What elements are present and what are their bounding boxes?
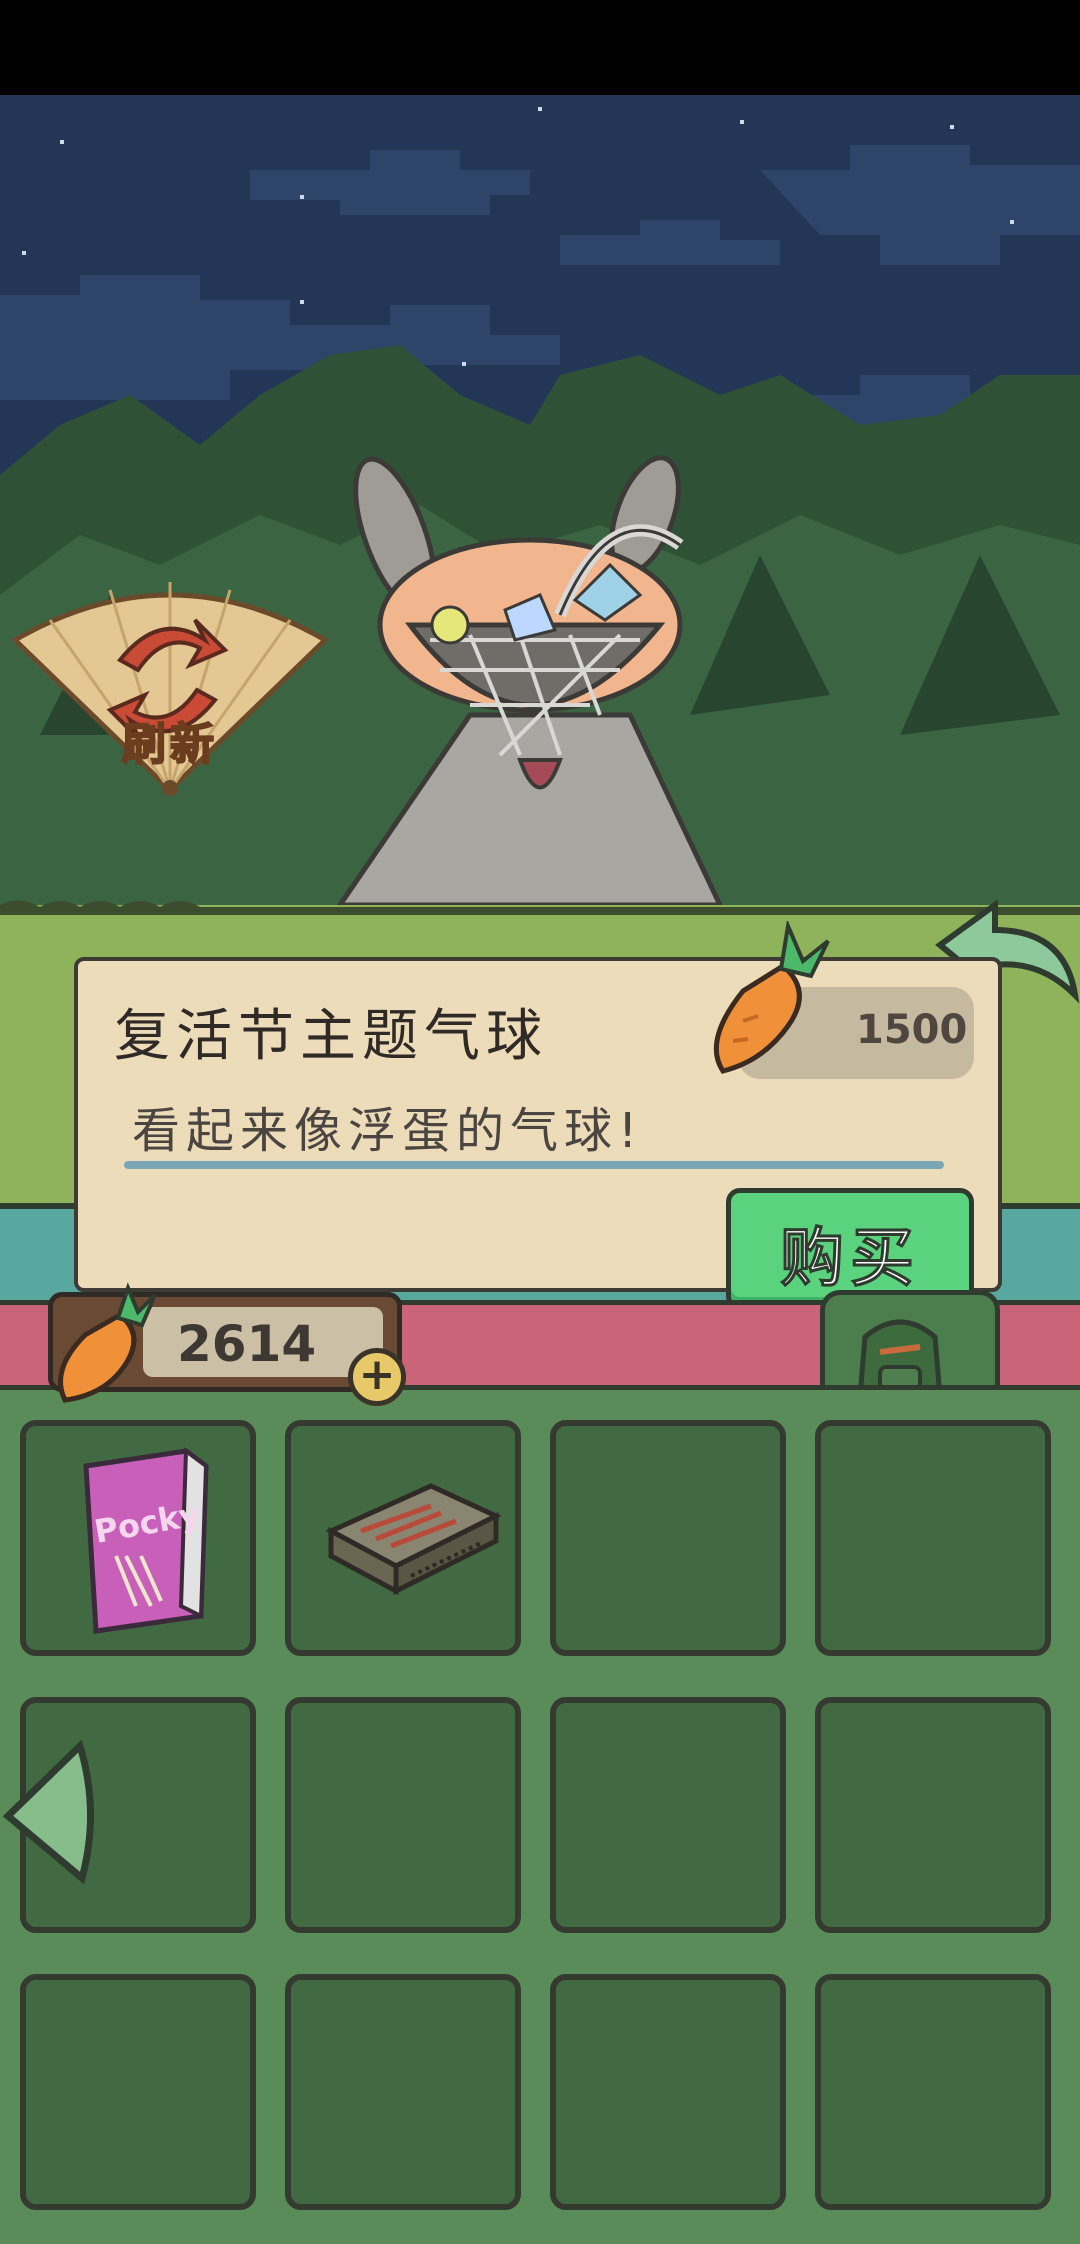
previous-page-button[interactable]	[0, 1738, 100, 1886]
left-arrow-icon	[2, 1739, 94, 1885]
inventory-slot-7[interactable]	[550, 1697, 786, 1933]
inventory-slot-9[interactable]	[20, 1974, 256, 2210]
backpack-tab[interactable]	[820, 1290, 1000, 1400]
item-description: 看起来像浮蛋的气球!	[132, 1103, 644, 1159]
refresh-button[interactable]: 刷新	[10, 570, 330, 810]
plus-icon: +	[358, 1349, 396, 1400]
buy-button-label: 购买	[780, 1222, 920, 1297]
refresh-fan-icon	[10, 582, 330, 796]
refresh-label: 刷新	[121, 718, 218, 771]
description-divider	[124, 1161, 944, 1169]
inventory-slot-8[interactable]	[815, 1697, 1051, 1933]
item-name: 复活节主题气球	[114, 1004, 548, 1069]
item-price: 1500	[856, 1007, 968, 1053]
carrot-icon	[713, 921, 830, 1074]
inventory-slot-4[interactable]	[815, 1420, 1051, 1656]
inventory-slot-2[interactable]	[285, 1420, 521, 1656]
inventory-slot-1[interactable]: Pocky	[20, 1420, 256, 1656]
inventory-slot-6[interactable]	[285, 1697, 521, 1933]
add-carrots-button[interactable]: +	[348, 1348, 406, 1406]
inventory-slot-12[interactable]	[815, 1974, 1051, 2210]
matchbox-icon	[325, 1483, 501, 1596]
inventory-slot-11[interactable]	[550, 1974, 786, 2210]
status-bar	[0, 0, 1080, 95]
pocky-box-icon: Pocky	[83, 1447, 209, 1634]
carrot-count: 2614	[177, 1315, 317, 1373]
inventory-slot-3[interactable]	[550, 1420, 786, 1656]
inventory-slot-10[interactable]	[285, 1974, 521, 2210]
carrot-icon	[58, 1282, 157, 1403]
game-screen: 刷新 复活节主题气球 1500 看起来像浮蛋的气球! 购买 2614 + Poc…	[0, 0, 1080, 2244]
